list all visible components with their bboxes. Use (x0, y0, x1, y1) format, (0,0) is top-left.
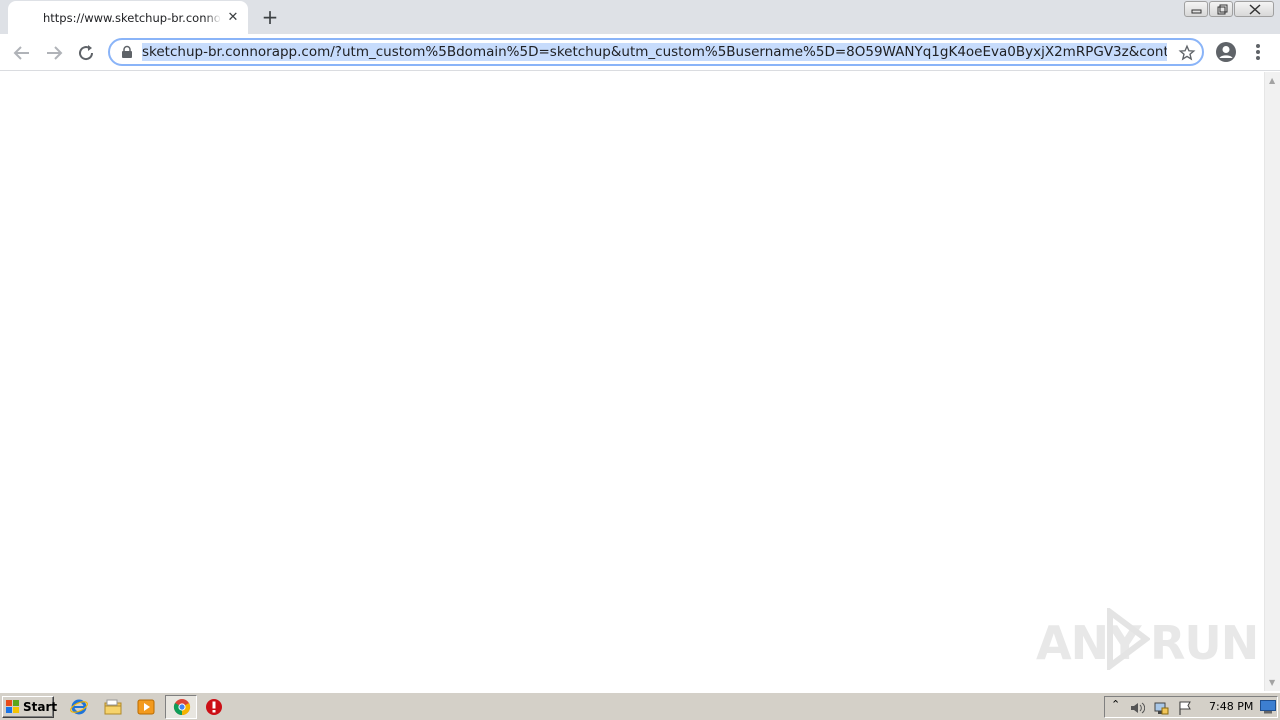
lock-icon[interactable] (120, 45, 134, 59)
tab-title: https://www.sketchup-br.connorapp.com/?u… (43, 11, 221, 25)
tab-close-icon[interactable]: ✕ (225, 10, 241, 26)
taskbar-clock[interactable]: 7:48 PM (1209, 700, 1253, 713)
show-hidden-icons-button[interactable]: ⌃ (1111, 698, 1120, 711)
window-close-button[interactable] (1234, 1, 1274, 17)
close-icon (1249, 4, 1261, 15)
browser-toolbar: sketchup-br.connorapp.com/?utm_custom%5B… (0, 34, 1280, 71)
speaker-icon[interactable] (1129, 700, 1145, 716)
anyrun-watermark: ANY RUN (1036, 606, 1259, 670)
windows-logo-icon (6, 700, 19, 713)
browser-tab[interactable]: https://www.sketchup-br.connorapp.com/?u… (8, 1, 248, 34)
taskbar-chrome-button[interactable] (165, 695, 197, 719)
media-player-icon[interactable] (137, 698, 155, 716)
play-logo-icon (1107, 608, 1150, 670)
scroll-up-icon[interactable]: ▲ (1269, 76, 1275, 85)
kebab-menu-icon[interactable] (1250, 40, 1266, 64)
profile-icon[interactable] (1214, 40, 1238, 64)
start-button[interactable]: Start (2, 696, 58, 718)
restore-icon (1217, 4, 1228, 15)
window-restore-button[interactable] (1209, 1, 1233, 17)
new-tab-button[interactable]: + (259, 6, 281, 28)
watermark-text-right: RUN (1150, 616, 1259, 670)
chrome-icon (173, 699, 191, 716)
start-label: Start (23, 700, 58, 714)
reload-icon[interactable] (74, 41, 98, 65)
address-bar[interactable]: sketchup-br.connorapp.com/?utm_custom%5B… (108, 38, 1204, 66)
tab-title-fade (205, 7, 221, 29)
file-explorer-icon[interactable] (104, 698, 122, 716)
scroll-down-icon[interactable]: ▼ (1269, 678, 1275, 687)
page-content[interactable] (0, 72, 1264, 691)
system-tray: ⌃ 7:48 PM (1104, 696, 1278, 718)
arrow-back-icon[interactable] (10, 41, 34, 65)
url-text[interactable]: sketchup-br.connorapp.com/?utm_custom%5B… (142, 43, 1167, 61)
tab-strip: https://www.sketchup-br.connorapp.com/?u… (0, 0, 1280, 34)
taskbar: Start ⌃ 7:48 PM (0, 692, 1280, 720)
opera-icon[interactable] (205, 698, 223, 716)
vertical-scrollbar[interactable]: ▲ ▼ (1264, 72, 1280, 691)
minimize-icon (1191, 9, 1202, 14)
show-desktop-icon[interactable] (1260, 700, 1276, 714)
window-minimize-button[interactable] (1184, 1, 1208, 17)
arrow-forward-icon[interactable] (42, 41, 66, 65)
star-icon[interactable] (1178, 44, 1196, 62)
internet-explorer-icon[interactable] (70, 698, 88, 716)
network-icon[interactable] (1153, 700, 1169, 716)
action-center-flag-icon[interactable] (1177, 700, 1193, 716)
